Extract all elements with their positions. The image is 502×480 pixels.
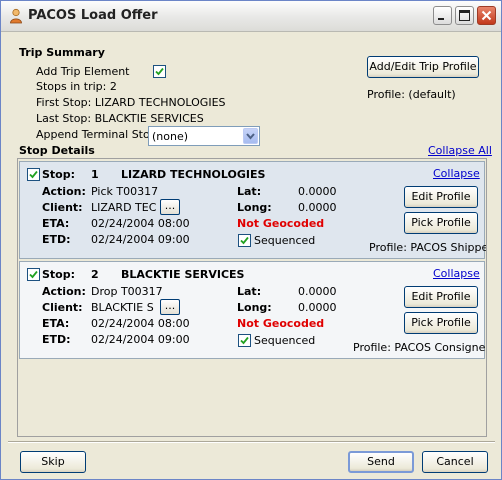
eta-label: ETA: [42, 317, 70, 330]
window-title: PACOS Load Offer [28, 8, 158, 23]
chevron-down-icon [243, 128, 258, 144]
last-stop: Last Stop: BLACKTIE SERVICES [36, 112, 204, 125]
close-button[interactable] [477, 6, 496, 25]
etd-label: ETD: [42, 333, 71, 346]
footer-divider [8, 441, 495, 443]
check-icon [240, 236, 249, 245]
stop-label: Stop: [42, 168, 76, 181]
client-value: BLACKTIE S [91, 301, 154, 314]
stop-label: Stop: [42, 268, 76, 281]
sequenced-label: Sequenced [254, 234, 316, 247]
stop-profile-text: Profile: PACOS Shipper [369, 241, 487, 254]
first-stop: First Stop: LIZARD TECHNOLOGIES [36, 96, 226, 109]
lat-value: 0.0000 [298, 285, 337, 298]
add-trip-element-checkbox[interactable] [153, 65, 166, 78]
add-edit-trip-profile-button[interactable]: Add/Edit Trip Profile [367, 56, 479, 78]
title-bar: PACOS Load Offer [1, 1, 501, 32]
trip-profile-text: Profile: (default) [367, 88, 456, 101]
action-value: Pick T00317 [91, 185, 159, 198]
lat-label: Lat: [237, 185, 262, 198]
stop-card: Stop: 2 BLACKTIE SERVICES Collapse Actio… [19, 261, 487, 359]
action-label: Action: [42, 285, 86, 298]
eta-value: 02/24/2004 08:00 [91, 217, 190, 230]
eta-value: 02/24/2004 08:00 [91, 317, 190, 330]
sequenced-checkbox[interactable] [238, 334, 251, 347]
pick-profile-button[interactable]: Pick Profile [404, 312, 478, 334]
etd-label: ETD: [42, 233, 71, 246]
stop-name: LIZARD TECHNOLOGIES [121, 168, 266, 181]
append-terminal-label: Append Terminal Stop: [36, 128, 161, 141]
stop-details-heading: Stop Details [19, 144, 95, 157]
append-terminal-select[interactable]: (none) [148, 126, 260, 146]
etd-value: 02/24/2004 09:00 [91, 333, 190, 346]
etd-value: 02/24/2004 09:00 [91, 233, 190, 246]
add-trip-element-label: Add Trip Element [36, 65, 130, 78]
long-value: 0.0000 [298, 201, 337, 214]
check-icon [29, 170, 38, 179]
cancel-button[interactable]: Cancel [422, 451, 488, 473]
long-label: Long: [237, 201, 272, 214]
collapse-link[interactable]: Collapse [433, 167, 480, 180]
edit-profile-button[interactable]: Edit Profile [404, 186, 478, 208]
client-label: Client: [42, 201, 83, 214]
sequenced-checkbox[interactable] [238, 234, 251, 247]
person-icon [8, 8, 24, 24]
trip-summary-heading: Trip Summary [19, 46, 105, 59]
pick-profile-button[interactable]: Pick Profile [404, 212, 478, 234]
load-offer-window: PACOS Load Offer Trip Summary Add Trip E… [0, 0, 502, 480]
client-browse-button[interactable]: ... [160, 299, 180, 315]
maximize-button[interactable] [455, 6, 474, 25]
stops-in-trip: Stops in trip: 2 [36, 80, 117, 93]
check-icon [155, 67, 164, 76]
stop-checkbox[interactable] [27, 268, 40, 281]
minimize-button[interactable] [433, 6, 452, 25]
eta-label: ETA: [42, 217, 70, 230]
stop-card: Stop: 1 LIZARD TECHNOLOGIES Collapse Act… [19, 161, 487, 259]
long-value: 0.0000 [298, 301, 337, 314]
check-icon [240, 336, 249, 345]
lat-label: Lat: [237, 285, 262, 298]
append-terminal-value: (none) [152, 130, 189, 143]
maximize-icon [459, 10, 470, 21]
lat-value: 0.0000 [298, 185, 337, 198]
stop-checkbox[interactable] [27, 168, 40, 181]
collapse-link[interactable]: Collapse [433, 267, 480, 280]
stop-details-panel: Stop: 1 LIZARD TECHNOLOGIES Collapse Act… [17, 158, 487, 437]
action-label: Action: [42, 185, 86, 198]
stop-name: BLACKTIE SERVICES [121, 268, 245, 281]
action-value: Drop T00317 [91, 285, 163, 298]
geocode-status: Not Geocoded [237, 317, 325, 330]
stop-number: 1 [91, 168, 99, 181]
edit-profile-button[interactable]: Edit Profile [404, 286, 478, 308]
stop-profile-text: Profile: PACOS Consignee [353, 341, 487, 354]
client-label: Client: [42, 301, 83, 314]
sequenced-label: Sequenced [254, 334, 316, 347]
geocode-status: Not Geocoded [237, 217, 325, 230]
client-value: LIZARD TEC [91, 201, 157, 214]
skip-button[interactable]: Skip [20, 451, 86, 473]
long-label: Long: [237, 301, 272, 314]
check-icon [29, 270, 38, 279]
stop-number: 2 [91, 268, 99, 281]
send-button[interactable]: Send [348, 451, 414, 473]
collapse-all-link[interactable]: Collapse All [428, 144, 492, 157]
client-browse-button[interactable]: ... [160, 199, 180, 215]
minimize-icon [438, 18, 444, 20]
close-icon [481, 10, 492, 21]
